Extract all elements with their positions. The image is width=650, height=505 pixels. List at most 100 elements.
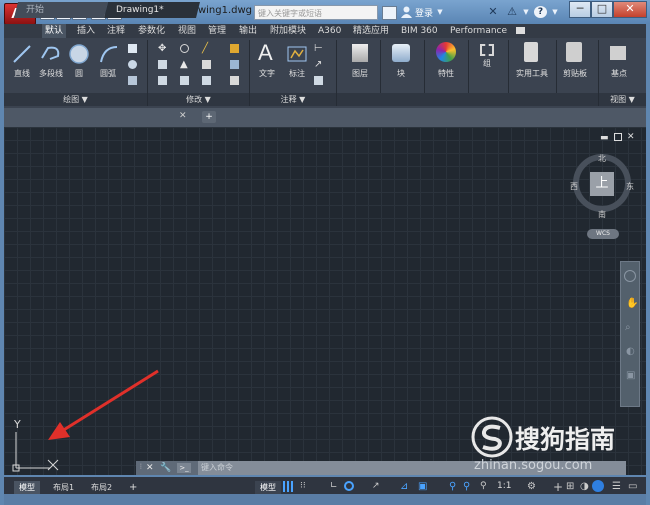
- viewcube-top-face[interactable]: 上: [590, 172, 614, 196]
- customization-menu-icon[interactable]: ☰: [612, 481, 621, 492]
- login-link[interactable]: 登录: [415, 6, 433, 19]
- base-point-icon[interactable]: [610, 46, 626, 60]
- layout-tab-model[interactable]: 模型: [14, 481, 40, 494]
- clean-screen-icon[interactable]: [592, 480, 604, 492]
- tab-output[interactable]: 输出: [236, 24, 260, 38]
- annotation-panel-footer[interactable]: 注释 ▼: [250, 93, 336, 106]
- base-point-button[interactable]: 基点: [604, 68, 634, 79]
- tab-drawing1[interactable]: Drawing1*: [104, 2, 200, 18]
- group-icon[interactable]: [480, 44, 494, 56]
- snap-icon[interactable]: ⁝⁝: [300, 481, 306, 491]
- command-prompt-icon[interactable]: >_: [177, 463, 191, 473]
- maximize-button[interactable]: □: [591, 1, 613, 18]
- text-tool-label[interactable]: 文字: [254, 68, 280, 79]
- viewport-minimize-icon[interactable]: ▬: [600, 133, 609, 143]
- fillet-icon[interactable]: [202, 60, 211, 69]
- tab-addins[interactable]: 附加模块: [267, 24, 309, 38]
- polyline-tool-icon[interactable]: [40, 44, 62, 64]
- tab-featured-apps[interactable]: 精选应用: [350, 24, 392, 38]
- layout-tab-layout1[interactable]: 布局1: [48, 481, 79, 494]
- viewport-close-icon[interactable]: ✕: [627, 132, 635, 142]
- pan-icon[interactable]: ✋: [626, 298, 638, 309]
- workspace-gear-icon[interactable]: ⚙: [527, 481, 536, 492]
- grid-toggle-icon[interactable]: [283, 481, 293, 492]
- linear-dim-icon[interactable]: ⊢: [314, 44, 323, 54]
- properties-button[interactable]: 特性: [432, 68, 460, 79]
- object-snap-icon[interactable]: ⊿: [400, 481, 408, 492]
- array-icon[interactable]: [202, 76, 211, 85]
- wcs-menu[interactable]: WCS: [587, 229, 619, 239]
- layer-properties-icon[interactable]: [352, 44, 368, 62]
- hardware-acceleration-icon[interactable]: ◑: [580, 481, 589, 492]
- tab-manage[interactable]: 管理: [205, 24, 229, 38]
- dimension-tool-label[interactable]: 标注: [284, 68, 310, 79]
- move-icon[interactable]: ✥: [158, 44, 167, 54]
- text-tool-icon[interactable]: A: [258, 40, 273, 66]
- dimension-tool-icon[interactable]: [286, 44, 308, 64]
- block-button[interactable]: 块: [390, 68, 412, 79]
- stretch-icon[interactable]: [158, 76, 167, 85]
- compass-south[interactable]: 南: [598, 209, 606, 220]
- layers-button[interactable]: 图层: [346, 68, 374, 79]
- tab-annotate[interactable]: 注释: [104, 24, 128, 38]
- viewport-restore-icon[interactable]: [614, 133, 622, 141]
- utilities-button[interactable]: 实用工具: [512, 68, 552, 79]
- tab-insert[interactable]: 插入: [74, 24, 98, 38]
- tab-start[interactable]: 开始: [14, 2, 108, 18]
- offset-icon[interactable]: [230, 76, 239, 85]
- zoom-icon[interactable]: ⌕: [625, 322, 631, 333]
- erase-icon[interactable]: [230, 44, 239, 53]
- tab-a360[interactable]: A360: [315, 24, 344, 38]
- a360-icon[interactable]: ⚠: [506, 6, 518, 18]
- layout-tab-layout2[interactable]: 布局2: [86, 481, 117, 494]
- hatch-tool-icon[interactable]: [128, 60, 137, 69]
- ortho-icon[interactable]: ∟: [330, 481, 338, 491]
- line-tool-label[interactable]: 直线: [8, 68, 36, 79]
- close-command-line-icon[interactable]: ✕: [146, 463, 154, 473]
- isodraft-icon[interactable]: ↗: [372, 481, 380, 491]
- rotate-icon[interactable]: [180, 44, 189, 53]
- drag-handle[interactable]: ⋮: [138, 463, 144, 470]
- model-space-button[interactable]: 模型: [255, 481, 281, 494]
- block-icon[interactable]: [392, 44, 410, 62]
- close-tab-icon[interactable]: ✕: [179, 111, 187, 121]
- add-layout-button[interactable]: +: [124, 481, 142, 494]
- arc-tool-label[interactable]: 圆弧: [96, 68, 120, 79]
- compass-east[interactable]: 东: [626, 181, 634, 192]
- calculator-icon[interactable]: [524, 42, 538, 62]
- ribbon-toggle-icon[interactable]: [516, 27, 525, 34]
- chevron-down-icon[interactable]: ▼: [434, 6, 446, 18]
- customize-wrench-icon[interactable]: 🔧: [160, 463, 171, 473]
- annotation-scale-value[interactable]: 1:1: [497, 481, 511, 491]
- help-icon[interactable]: ?: [534, 6, 547, 18]
- isolate-objects-icon[interactable]: ⊞: [566, 481, 574, 492]
- tab-view[interactable]: 视图: [175, 24, 199, 38]
- compass-north[interactable]: 北: [598, 153, 606, 164]
- user-icon[interactable]: [401, 6, 412, 18]
- modify-panel-footer[interactable]: 修改 ▼: [148, 93, 249, 106]
- tab-bim360[interactable]: BIM 360: [398, 24, 441, 38]
- steering-wheel-icon[interactable]: [624, 270, 636, 282]
- compass-west[interactable]: 西: [570, 181, 578, 192]
- chevron-down-icon[interactable]: ▼: [549, 6, 561, 18]
- arc-tool-icon[interactable]: [98, 44, 120, 64]
- properties-color-wheel-icon[interactable]: [436, 42, 456, 62]
- tab-parametric[interactable]: 参数化: [135, 24, 168, 38]
- view-panel-footer[interactable]: 视图 ▼: [599, 93, 646, 106]
- new-tab-button[interactable]: +: [202, 111, 216, 123]
- draw-panel-footer[interactable]: 绘图 ▼: [4, 93, 147, 106]
- leader-icon[interactable]: ↗: [314, 60, 323, 70]
- snap-tracking-icon[interactable]: ▣: [418, 481, 427, 492]
- showmotion-icon[interactable]: ▣: [626, 370, 635, 381]
- region-tool-icon[interactable]: [128, 76, 137, 85]
- circle-tool-icon[interactable]: [68, 43, 90, 65]
- fullscreen-icon[interactable]: ▭: [628, 481, 637, 492]
- trim-icon[interactable]: ╱: [202, 44, 211, 54]
- annotation-visibility-icon[interactable]: ⚲: [449, 481, 456, 492]
- chevron-down-icon[interactable]: ▼: [520, 6, 532, 18]
- tab-performance[interactable]: Performance: [447, 24, 510, 38]
- binoculars-icon[interactable]: [382, 6, 397, 20]
- minimize-button[interactable]: ─: [569, 1, 591, 18]
- tab-default[interactable]: 默认: [42, 24, 67, 38]
- clipboard-icon[interactable]: [566, 42, 582, 62]
